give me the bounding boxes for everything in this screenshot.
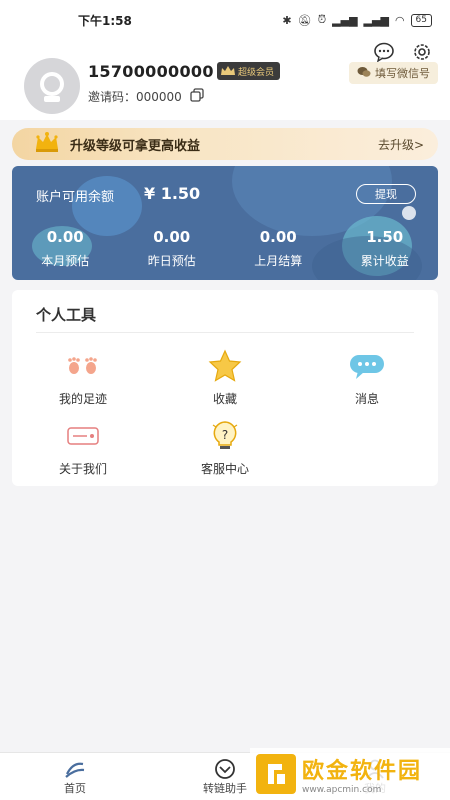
stat-value: 0.00 — [259, 228, 297, 246]
stat-this-month[interactable]: 0.00 本月预估 — [12, 228, 119, 269]
help-bulb-icon: ? — [205, 418, 245, 454]
balance-card: 账户可用余额 ¥ 1.50 提现 0.00 本月预估 0.00 昨日预估 0.0… — [12, 166, 438, 280]
wifi-icon: ◠ — [394, 13, 405, 27]
tool-customer-service[interactable]: ? 客服中心 — [170, 418, 280, 477]
alarm-icon: ⏰︎ — [317, 13, 327, 26]
tool-label: 关于我们 — [58, 462, 107, 476]
watermark-text: 欧金软件园 www.apcmin.com — [302, 753, 422, 795]
tool-messages[interactable]: 消息 — [312, 348, 422, 407]
mute-icon: 🔕︎ — [297, 13, 312, 27]
personal-tools: 个人工具 我的足迹 收藏 消息 关于我们 ? 客服中心 — [12, 290, 438, 486]
avatar[interactable] — [24, 58, 80, 114]
decor-blob — [402, 206, 416, 220]
stat-value: 0.00 — [46, 228, 84, 246]
stat-label: 累计收益 — [360, 254, 409, 268]
invite-code-text: 邀请码：000000 — [88, 90, 182, 104]
fill-wechat-button[interactable]: 填写微信号 — [349, 62, 438, 84]
svg-text:?: ? — [222, 428, 228, 442]
tool-label: 收藏 — [212, 392, 237, 406]
stat-label: 昨日预估 — [147, 254, 196, 268]
signal-2-icon: ▂▄▆ — [363, 13, 389, 27]
wechat-icon — [357, 66, 371, 81]
stat-total[interactable]: 1.50 累计收益 — [332, 228, 439, 269]
status-bar: 下午1:58 ✱ 🔕︎ ⏰︎ ▂▄▆ ▂▄▆ ◠ 65 — [0, 0, 450, 40]
stat-value: 0.00 — [153, 228, 191, 246]
invite-code: 邀请码：000000 — [88, 88, 204, 105]
site-watermark: 欧金软件园 www.apcmin.com — [250, 748, 450, 800]
about-icon — [63, 418, 103, 454]
stat-last-month[interactable]: 0.00 上月结算 — [225, 228, 332, 269]
earnings-stats: 0.00 本月预估 0.00 昨日预估 0.00 上月结算 1.50 累计收益 — [12, 228, 438, 269]
footprints-icon — [63, 348, 103, 384]
battery-icon: 65 — [410, 13, 432, 27]
decor-blob — [72, 176, 142, 236]
stat-yesterday[interactable]: 0.00 昨日预估 — [119, 228, 226, 269]
user-phone: 15700000000 — [88, 62, 214, 81]
tool-label: 消息 — [354, 392, 379, 406]
top-actions — [372, 40, 434, 64]
link-helper-icon — [213, 758, 237, 780]
tool-about-us[interactable]: 关于我们 — [28, 418, 138, 477]
wechat-button-label: 填写微信号 — [375, 67, 430, 80]
divider — [36, 332, 414, 333]
profile-header: 15700000000 超级会员 邀请码：000000 填写微信号 — [0, 40, 450, 120]
balance-amount: ¥ 1.50 — [144, 184, 201, 203]
vip-label: 超级会员 — [238, 67, 275, 78]
tool-label: 我的足迹 — [58, 392, 107, 406]
upgrade-banner[interactable]: 升级等级可拿更高收益 去升级> — [12, 128, 438, 160]
tab-label: 转链助手 — [203, 781, 247, 795]
status-time: 下午1:58 — [78, 13, 132, 28]
vip-badge: 超级会员 — [217, 62, 281, 81]
stat-value: 1.50 — [366, 228, 404, 246]
tab-home[interactable]: 首页 — [0, 753, 150, 800]
tab-label: 首页 — [64, 781, 86, 795]
watermark-title: 欧金软件园 — [302, 759, 423, 784]
crown-icon — [220, 62, 236, 81]
tool-footprints[interactable]: 我的足迹 — [28, 348, 138, 407]
withdraw-button[interactable]: 提现 — [356, 184, 416, 204]
star-icon — [205, 348, 245, 384]
gear-icon[interactable] — [410, 40, 434, 64]
tool-favorites[interactable]: 收藏 — [170, 348, 280, 407]
signal-icon: ▂▄▆ — [332, 13, 358, 27]
crown-icon — [34, 131, 60, 157]
watermark-url: www.apcmin.com — [302, 785, 382, 795]
status-icons: ✱ 🔕︎ ⏰︎ ▂▄▆ ▂▄▆ ◠ 65 — [282, 13, 432, 27]
home-icon — [63, 758, 87, 780]
watermark-logo-icon — [256, 754, 296, 794]
upgrade-text: 升级等级可拿更高收益 — [70, 138, 201, 154]
tools-title: 个人工具 — [36, 306, 97, 324]
balance-title: 账户可用余额 — [36, 190, 115, 205]
chat-icon[interactable] — [372, 40, 396, 64]
bluetooth-icon: ✱ — [282, 13, 292, 27]
upgrade-link[interactable]: 去升级> — [378, 136, 424, 153]
message-icon — [347, 348, 387, 384]
stat-label: 上月结算 — [254, 254, 303, 268]
tool-label: 客服中心 — [200, 462, 249, 476]
stat-label: 本月预估 — [41, 254, 90, 268]
copy-icon[interactable] — [190, 88, 204, 105]
